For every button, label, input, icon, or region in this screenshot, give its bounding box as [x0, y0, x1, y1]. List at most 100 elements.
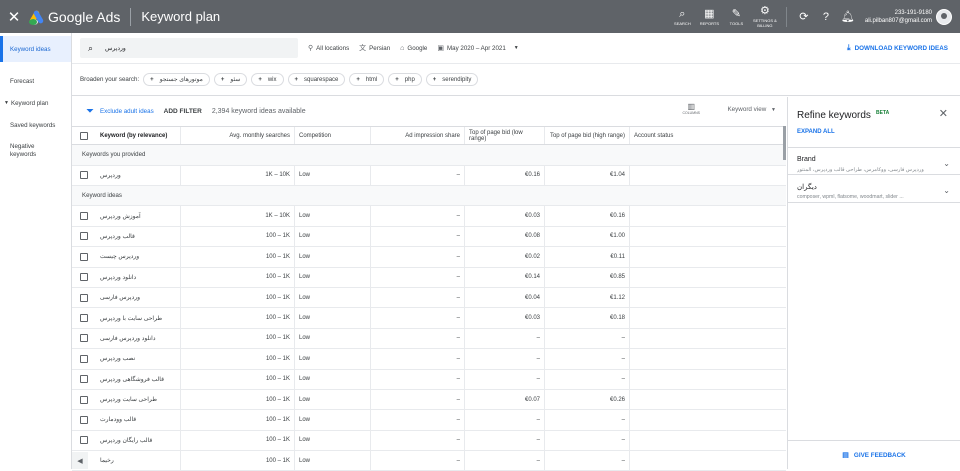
- impression-share-cell: –: [371, 226, 465, 247]
- row-checkbox[interactable]: [80, 436, 88, 445]
- settings-tool-button[interactable]: ⚙ SETTINGS & BILLING: [750, 5, 780, 28]
- column-header-bid-low[interactable]: Top of page bid (low range): [465, 127, 545, 144]
- table-row[interactable]: نصب وردپرس 100 – 1K Low – – –: [72, 349, 786, 370]
- broaden-chip[interactable]: + serendipity: [425, 73, 479, 86]
- refresh-icon[interactable]: ⟳: [793, 10, 815, 23]
- keyword-cell: وردپرس چیست: [100, 254, 140, 261]
- bid-high-cell: –: [545, 328, 630, 349]
- column-header-keyword[interactable]: Keyword (by relevance): [96, 127, 181, 144]
- column-header-searches[interactable]: Avg. monthly searches: [181, 127, 295, 144]
- plus-icon: +: [220, 76, 225, 83]
- keyword-cell: قالب رایگان وردپرس: [100, 437, 153, 444]
- row-checkbox[interactable]: [80, 232, 88, 241]
- broaden-chip[interactable]: + html: [349, 73, 385, 86]
- keyword-cell: قالب وردپرس: [100, 233, 135, 240]
- table-row[interactable]: قالب وودمارت 100 – 1K Low – – –: [72, 410, 786, 431]
- location-filter[interactable]: ⚲ All locations: [308, 44, 349, 53]
- network-filter[interactable]: ⌂ Google: [400, 45, 427, 52]
- google-ads-logo-icon: [28, 9, 45, 25]
- tools-tool-button[interactable]: ✎ TOOLS: [723, 8, 750, 26]
- column-header-account-status[interactable]: Account status: [630, 127, 730, 144]
- keyword-count: 2,394 keyword ideas available: [211, 108, 306, 115]
- column-header-bid-high[interactable]: Top of page bid (high range): [545, 127, 630, 144]
- row-checkbox[interactable]: [80, 293, 88, 302]
- row-checkbox[interactable]: [80, 314, 88, 323]
- impression-share-cell: –: [371, 247, 465, 267]
- top-bar: ✕ Google Ads Keyword plan ⌕ SEARCH ▦ REP…: [0, 0, 960, 33]
- table-row[interactable]: قالب فروشگاهی وردپرس 100 – 1K Low – – –: [72, 369, 786, 390]
- row-checkbox[interactable]: [80, 354, 88, 363]
- date-range-filter[interactable]: ▣ May 2020 – Apr 2021 ▼: [437, 44, 518, 53]
- table-row[interactable]: طراحی سایت وردپرس 100 – 1K Low – €0.07 €0.26: [72, 389, 786, 411]
- close-icon[interactable]: ✕: [939, 107, 948, 120]
- nav-item-negative-keywords[interactable]: Negative keywords: [0, 136, 60, 166]
- add-filter-button[interactable]: ADD FILTER: [164, 108, 202, 115]
- account-status-cell: [630, 370, 730, 389]
- keyword-table: Keyword (by relevance) Avg. monthly sear…: [72, 126, 786, 471]
- download-keyword-ideas-button[interactable]: ⤓ DOWNLOAD KEYWORD IDEAS: [847, 43, 948, 53]
- notifications-bell-icon[interactable]: 🔔︎: [837, 10, 859, 23]
- table-row[interactable]: قالب رایگان وردپرس 100 – 1K Low – – –: [72, 430, 786, 452]
- column-header-competition[interactable]: Competition: [295, 127, 371, 144]
- select-all-checkbox[interactable]: [80, 131, 88, 140]
- broaden-chip[interactable]: + wix: [251, 73, 284, 86]
- tools-tool-label: TOOLS: [729, 20, 744, 26]
- account-info[interactable]: 233-191-9180 ali.pilban807@gmail.com: [865, 9, 932, 25]
- search-tool-button[interactable]: ⌕ SEARCH: [669, 8, 696, 26]
- column-header-impression-share[interactable]: Ad impression share: [371, 127, 465, 144]
- chip-label: html: [365, 76, 378, 83]
- row-checkbox[interactable]: [80, 415, 88, 424]
- table-row[interactable]: دانلود وردپرس 100 – 1K Low – €0.14 €0.85: [72, 267, 786, 288]
- bid-low-cell: –: [465, 451, 545, 471]
- impression-share-cell: –: [371, 328, 465, 349]
- reports-tool-button[interactable]: ▦ REPORTS: [696, 8, 723, 26]
- table-row[interactable]: وردپرس فارسی 100 – 1K Low – €0.04 €1.12: [72, 287, 786, 309]
- keyword-search-input[interactable]: ⌕ وردپرس: [80, 38, 298, 58]
- row-checkbox[interactable]: [80, 334, 88, 343]
- row-checkbox[interactable]: [80, 375, 88, 384]
- nav-item-keyword-plan[interactable]: ▼ Keyword plan: [0, 92, 71, 114]
- avatar[interactable]: [936, 8, 952, 25]
- broaden-chip[interactable]: + php: [388, 73, 422, 86]
- nav-item-saved-keywords[interactable]: Saved keywords: [0, 114, 71, 136]
- bid-low-cell: €0.02: [465, 247, 545, 267]
- vertical-scrollbar[interactable]: [783, 126, 786, 160]
- scroll-left-button[interactable]: ◀: [72, 452, 88, 469]
- account-status-cell: [630, 349, 730, 368]
- broaden-chip[interactable]: + سئو: [213, 73, 248, 86]
- table-row[interactable]: طراحی سایت با وردپرس 100 – 1K Low – €0.03 €0.…: [72, 308, 786, 329]
- table-row[interactable]: وردپرس 1K – 10K Low – €0.16 €1.04: [72, 165, 786, 186]
- exclude-adult-ideas-filter[interactable]: Exclude adult ideas: [100, 108, 154, 115]
- give-feedback-button[interactable]: ▤ GIVE FEEDBACK: [788, 440, 960, 469]
- columns-button[interactable]: ▥ COLUMNS: [682, 103, 700, 116]
- refine-keywords-panel: Refine keywords BETA ✕ EXPAND ALL Brand …: [787, 97, 960, 469]
- filter-icon[interactable]: ⏷: [86, 106, 94, 117]
- broaden-chip[interactable]: + squarespace: [287, 73, 346, 86]
- row-checkbox[interactable]: [80, 252, 88, 261]
- table-row[interactable]: رخیما 100 – 1K Low – – –: [72, 451, 786, 471]
- keyword-cell: قالب وودمارت: [100, 417, 137, 424]
- searches-cell: 100 – 1K: [181, 267, 295, 287]
- title-divider: [130, 7, 132, 26]
- help-icon[interactable]: ?: [815, 11, 837, 23]
- broaden-chip[interactable]: + موتورهای جستجو: [143, 73, 210, 86]
- language-filter[interactable]: 文 Persian: [359, 43, 390, 53]
- nav-item-keyword-ideas[interactable]: Keyword ideas: [0, 36, 71, 62]
- table-row[interactable]: قالب وردپرس 100 – 1K Low – €0.08 €1.00: [72, 226, 786, 248]
- table-row[interactable]: آموزش وردپرس 1K – 10K Low – €0.03 €0.16: [72, 206, 786, 227]
- row-checkbox[interactable]: [80, 395, 88, 404]
- row-checkbox[interactable]: [80, 171, 88, 180]
- plus-icon: +: [258, 76, 262, 83]
- table-row[interactable]: دانلود وردپرس فارسی 100 – 1K Low – – –: [72, 328, 786, 350]
- bid-low-cell: –: [465, 328, 545, 349]
- table-row[interactable]: وردپرس چیست 100 – 1K Low – €0.02 €0.11: [72, 247, 786, 268]
- searches-cell: 100 – 1K: [181, 451, 295, 471]
- expand-all-button[interactable]: EXPAND ALL: [797, 129, 835, 135]
- close-icon[interactable]: ✕: [0, 8, 28, 26]
- row-checkbox[interactable]: [80, 273, 88, 282]
- nav-item-forecast[interactable]: Forecast: [0, 70, 71, 92]
- plus-icon: +: [294, 76, 299, 83]
- date-range-value: May 2020 – Apr 2021: [446, 44, 506, 52]
- keyword-view-dropdown[interactable]: Keyword view ▼: [727, 106, 776, 113]
- row-checkbox[interactable]: [80, 212, 88, 221]
